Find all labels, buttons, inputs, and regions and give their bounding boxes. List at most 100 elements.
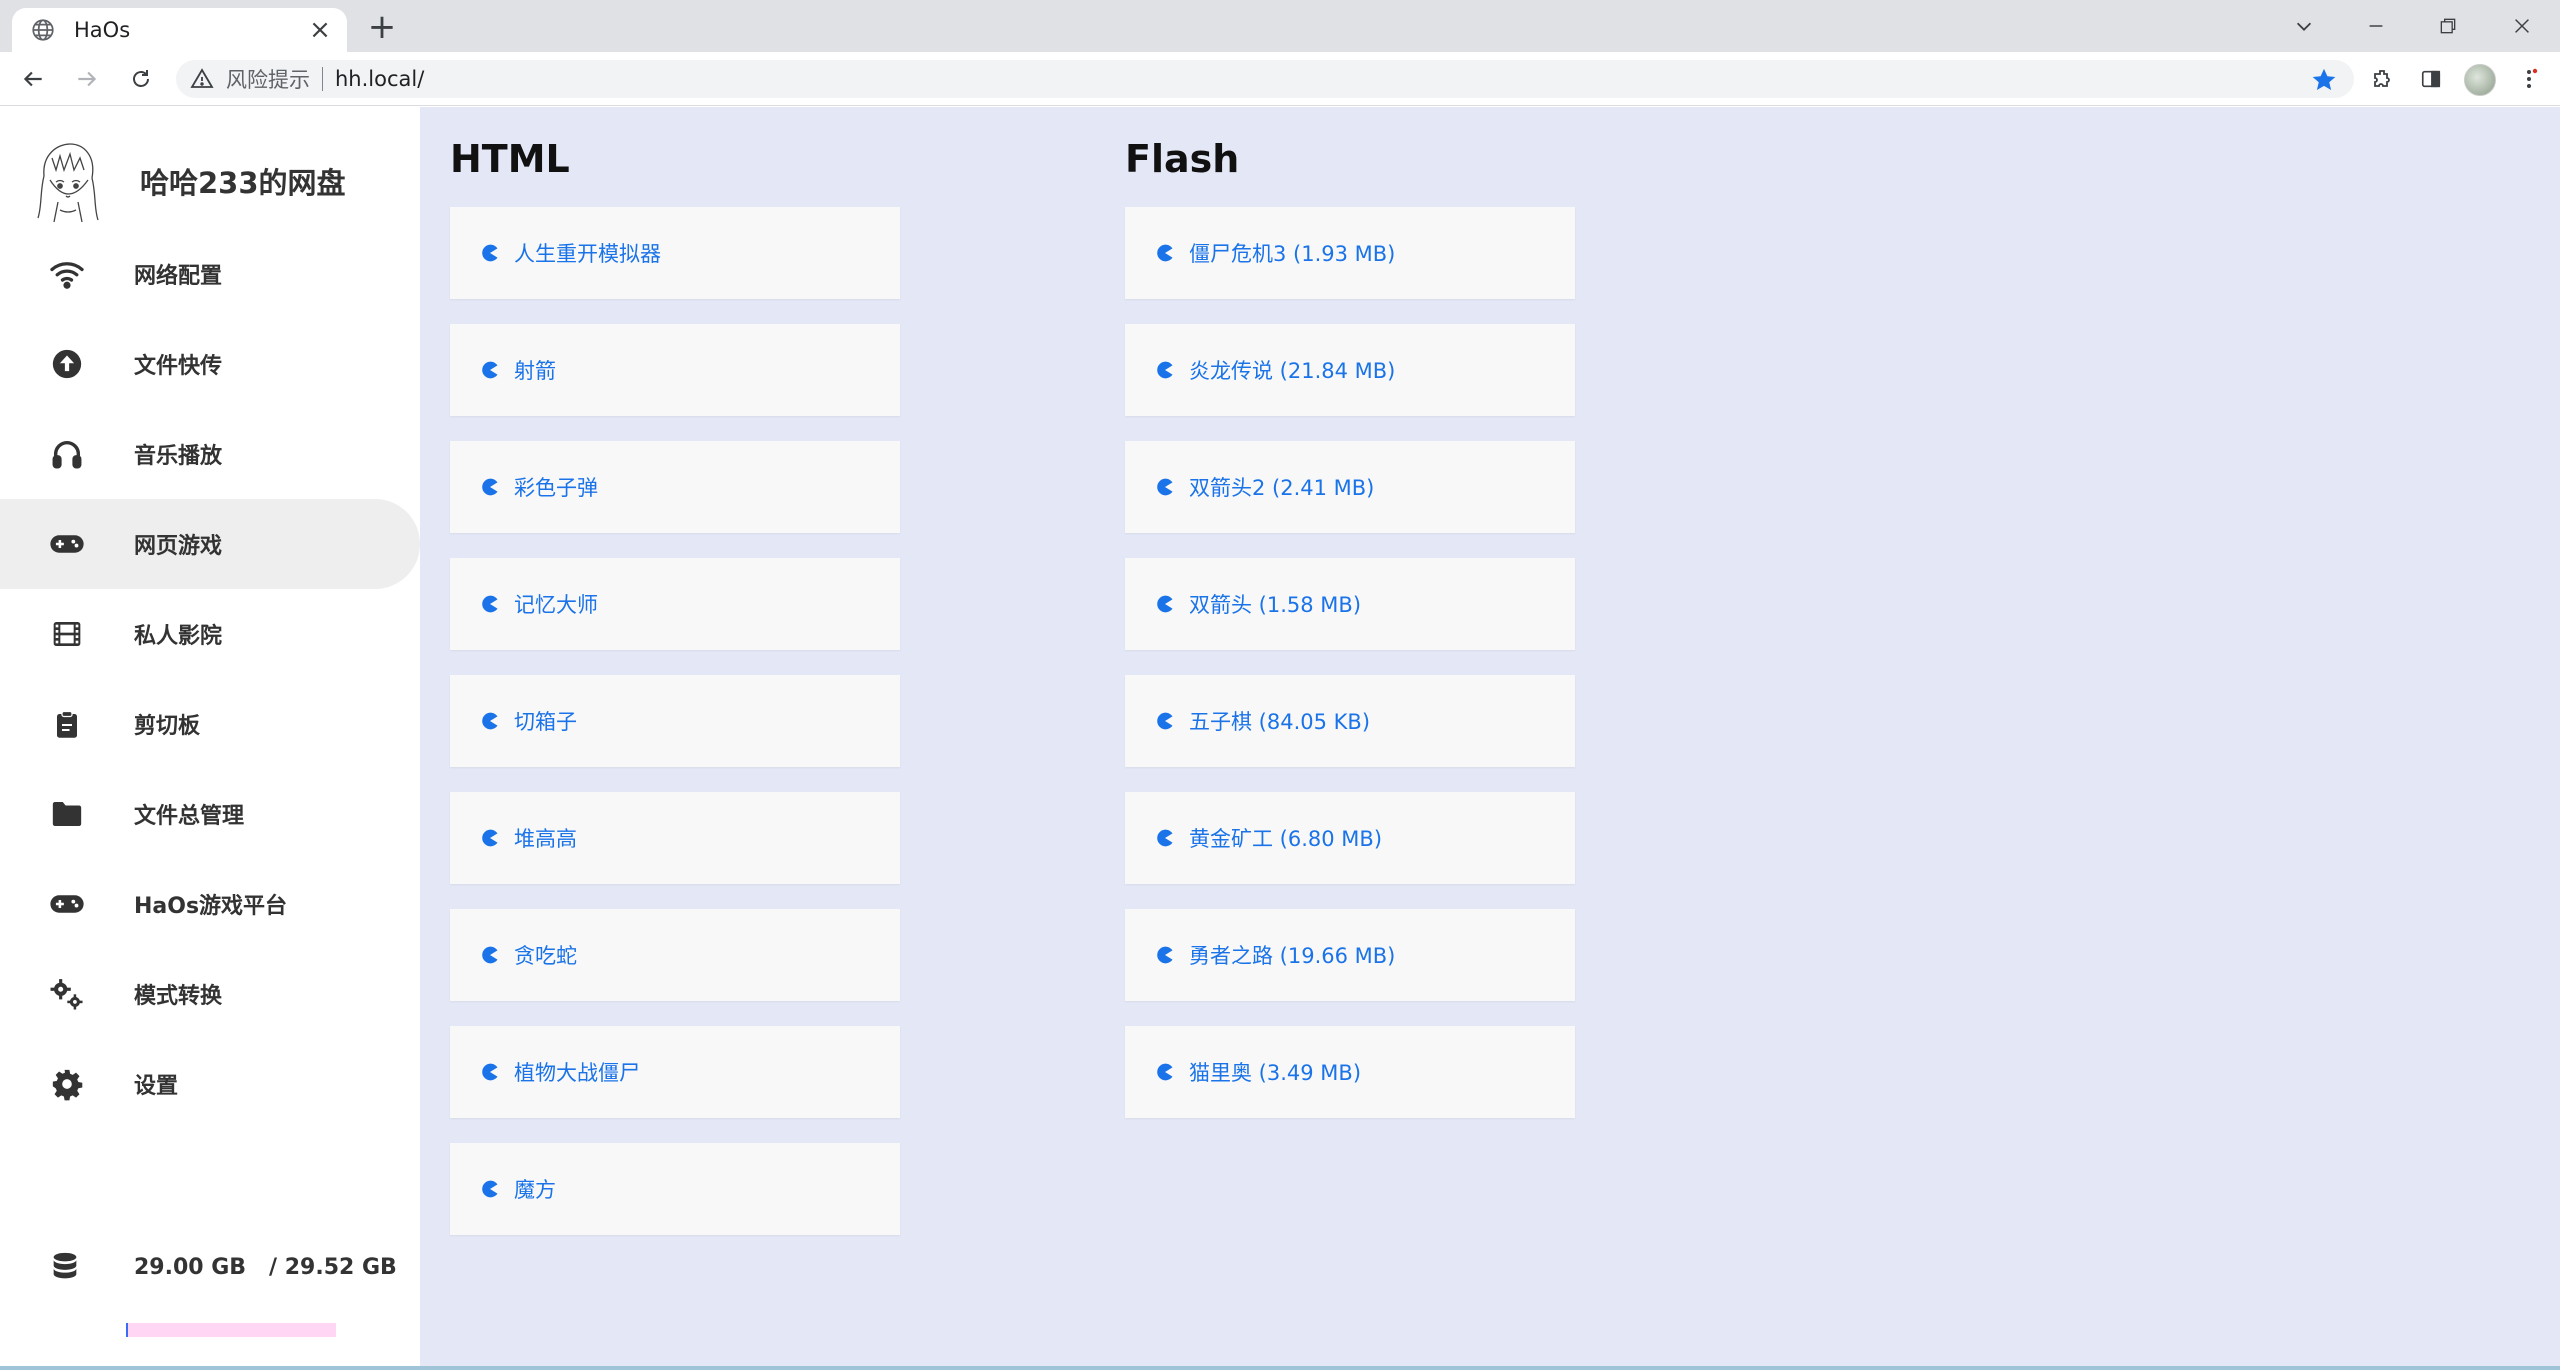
game-link[interactable]: 僵尸危机3 (1.93 MB): [1189, 238, 1395, 268]
game-link[interactable]: 射箭: [514, 355, 556, 385]
extensions-icon[interactable]: [2366, 62, 2400, 96]
game-link[interactable]: 猫里奥 (3.49 MB): [1189, 1057, 1361, 1087]
sidebar-item-label: 音乐播放: [134, 444, 223, 469]
pacman-icon: [1157, 712, 1173, 730]
new-tab-icon[interactable]: +: [365, 7, 399, 47]
game-card[interactable]: 记忆大师: [450, 558, 900, 650]
wifi-icon: [48, 255, 86, 293]
address-bar-row: 风险提示 hh.local/: [0, 52, 2560, 106]
minimize-icon[interactable]: [2340, 0, 2412, 52]
game-link[interactable]: 双箭头 (1.58 MB): [1189, 589, 1361, 619]
storage-progress-bar: [126, 1323, 336, 1337]
pacman-icon: [482, 244, 498, 262]
game-card[interactable]: 堆高高: [450, 792, 900, 884]
anime-girl-logo: [37, 143, 99, 223]
sidebar-item-file-manager[interactable]: 文件总管理: [0, 769, 420, 859]
game-card[interactable]: 黄金矿工 (6.80 MB): [1125, 792, 1575, 884]
flash-game-list: 僵尸危机3 (1.93 MB) 炎龙传说 (21.84 MB) 双箭头2 (2.…: [1125, 207, 1575, 1143]
game-card[interactable]: 射箭: [450, 324, 900, 416]
game-card[interactable]: 双箭头 (1.58 MB): [1125, 558, 1575, 650]
close-window-icon[interactable]: [2486, 0, 2558, 52]
sidebar-item-haos-game-platform[interactable]: HaOs游戏平台: [0, 859, 420, 949]
brand[interactable]: 哈哈233的网盘: [30, 133, 346, 229]
security-risk-label[interactable]: 风险提示: [226, 64, 310, 94]
game-link[interactable]: 勇者之路 (19.66 MB): [1189, 940, 1395, 970]
profile-avatar[interactable]: [2464, 64, 2496, 96]
side-panel-icon[interactable]: [2414, 62, 2448, 96]
game-link[interactable]: 魔方: [514, 1174, 556, 1204]
bookmark-star-icon[interactable]: [2310, 66, 2338, 94]
omnibox[interactable]: 风险提示 hh.local/: [176, 60, 2354, 98]
url-text[interactable]: hh.local/: [335, 67, 424, 91]
restore-icon[interactable]: [2412, 0, 2484, 52]
sidebar-item-music[interactable]: 音乐播放: [0, 409, 420, 499]
game-card[interactable]: 僵尸危机3 (1.93 MB): [1125, 207, 1575, 299]
pacman-icon: [482, 829, 498, 847]
game-card[interactable]: 人生重开模拟器: [450, 207, 900, 299]
globe-icon: [32, 19, 54, 41]
storage-usage: 29.00 GB / 29.52 GB: [0, 1222, 420, 1312]
pacman-icon: [1157, 244, 1173, 262]
sidebar-item-network[interactable]: 网络配置: [0, 229, 420, 319]
game-link[interactable]: 双箭头2 (2.41 MB): [1189, 472, 1374, 502]
sidebar-item-mode-switch[interactable]: 模式转换: [0, 949, 420, 1039]
section-title: Flash: [1125, 137, 1240, 181]
game-link[interactable]: 植物大战僵尸: [514, 1057, 640, 1087]
browser-menu-icon[interactable]: [2512, 62, 2546, 96]
tab-title: HaOs: [74, 18, 131, 42]
game-link[interactable]: 贪吃蛇: [514, 940, 577, 970]
folder-icon: [48, 795, 86, 833]
pacman-icon: [1157, 1063, 1173, 1081]
game-card[interactable]: 植物大战僵尸: [450, 1026, 900, 1118]
game-link[interactable]: 记忆大师: [514, 589, 598, 619]
game-link[interactable]: 人生重开模拟器: [514, 238, 661, 268]
pacman-icon: [1157, 946, 1173, 964]
game-card[interactable]: 魔方: [450, 1143, 900, 1235]
game-link[interactable]: 堆高高: [514, 823, 577, 853]
film-icon: [48, 615, 86, 653]
browser-tab[interactable]: HaOs ×: [12, 8, 347, 52]
game-link[interactable]: 黄金矿工 (6.80 MB): [1189, 823, 1382, 853]
pacman-icon: [482, 1063, 498, 1081]
game-card[interactable]: 五子棋 (84.05 KB): [1125, 675, 1575, 767]
sidebar-item-cinema[interactable]: 私人影院: [0, 589, 420, 679]
game-link[interactable]: 切箱子: [514, 706, 577, 736]
browser-tab-strip: HaOs × +: [0, 0, 2560, 52]
pacman-icon: [482, 478, 498, 496]
sidebar: 哈哈233的网盘 网络配置 文件快传 音乐播放 网页游戏 私人影院 剪切板 文件…: [0, 107, 420, 1370]
sidebar-item-file-transfer[interactable]: 文件快传: [0, 319, 420, 409]
sidebar-item-settings[interactable]: 设置: [0, 1039, 420, 1129]
gears-icon: [48, 975, 86, 1013]
game-card[interactable]: 猫里奥 (3.49 MB): [1125, 1026, 1575, 1118]
pacman-icon: [1157, 478, 1173, 496]
tab-search-icon[interactable]: [2268, 0, 2340, 52]
sidebar-item-label: 剪切板: [134, 714, 201, 739]
forward-icon[interactable]: [70, 62, 104, 96]
pacman-icon: [482, 595, 498, 613]
taskbar-edge: [0, 1366, 2560, 1370]
reload-icon[interactable]: [124, 62, 158, 96]
gamepad-icon: [48, 885, 86, 923]
game-link[interactable]: 彩色子弹: [514, 472, 598, 502]
game-card[interactable]: 贪吃蛇: [450, 909, 900, 1001]
warning-icon[interactable]: [190, 67, 214, 91]
section-title: HTML: [450, 137, 570, 181]
pacman-icon: [482, 1180, 498, 1198]
game-card[interactable]: 双箭头2 (2.41 MB): [1125, 441, 1575, 533]
back-icon[interactable]: [16, 62, 50, 96]
game-card[interactable]: 切箱子: [450, 675, 900, 767]
sidebar-item-web-games[interactable]: 网页游戏: [0, 499, 420, 589]
storage-progress-fill: [126, 1323, 128, 1337]
game-link[interactable]: 五子棋 (84.05 KB): [1189, 706, 1370, 736]
game-card[interactable]: 炎龙传说 (21.84 MB): [1125, 324, 1575, 416]
game-card[interactable]: 勇者之路 (19.66 MB): [1125, 909, 1575, 1001]
sidebar-item-clipboard[interactable]: 剪切板: [0, 679, 420, 769]
game-card[interactable]: 彩色子弹: [450, 441, 900, 533]
sidebar-item-label: 模式转换: [134, 984, 223, 1009]
storage-text: 29.00 GB / 29.52 GB: [134, 1254, 397, 1280]
game-link[interactable]: 炎龙传说 (21.84 MB): [1189, 355, 1395, 385]
sidebar-item-label: 文件总管理: [134, 804, 245, 829]
pacman-icon: [1157, 361, 1173, 379]
site-name: 哈哈233的网盘: [140, 166, 346, 200]
tab-close-icon[interactable]: ×: [307, 15, 333, 45]
